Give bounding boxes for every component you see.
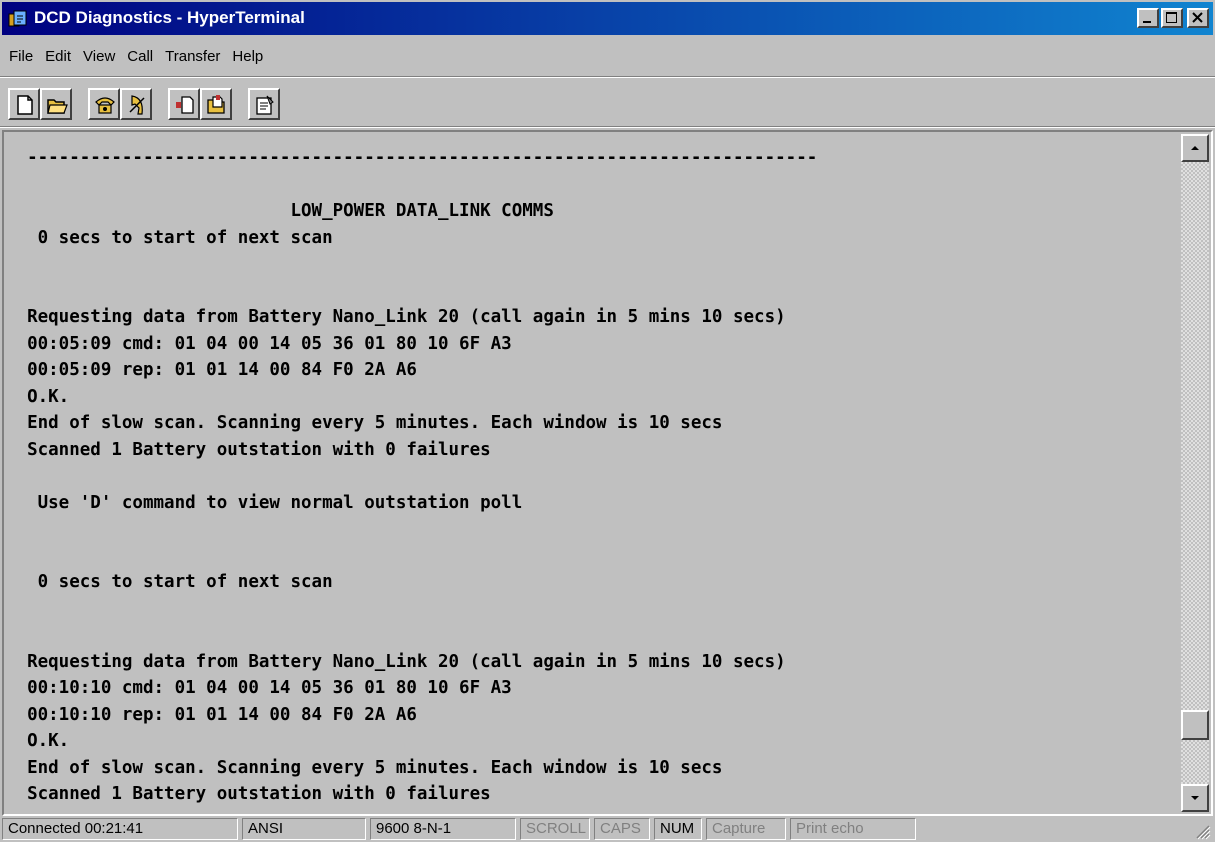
terminal-line: Scanned 1 Battery outstation with 0 fail… <box>6 439 491 460</box>
minimize-icon <box>1143 21 1151 23</box>
send-button[interactable] <box>168 88 200 120</box>
toolbar <box>8 84 296 124</box>
menu-separator <box>0 76 1215 78</box>
minimize-button[interactable] <box>1137 8 1159 28</box>
menu-file[interactable]: File <box>4 44 38 72</box>
terminal-line: LOW_POWER DATA_LINK COMMS <box>6 201 554 221</box>
new-button[interactable] <box>8 88 40 120</box>
resize-grip-icon[interactable] <box>1193 822 1211 840</box>
scroll-down-arrow-icon <box>1191 796 1199 800</box>
terminal-line: 00:10:10 rep: 01 01 14 00 84 F0 2A A6 <box>6 704 417 725</box>
close-icon <box>1192 12 1203 23</box>
terminal-line: 0 secs to start of next scan <box>6 572 333 592</box>
scroll-up-button[interactable] <box>1181 134 1209 162</box>
receive-file-icon <box>207 95 225 114</box>
hyperterminal-icon <box>8 10 27 27</box>
disconnect-phone-icon <box>129 95 145 115</box>
open-folder-icon <box>47 99 68 114</box>
status-port-settings: 9600 8-N-1 <box>370 818 516 840</box>
vertical-scrollbar[interactable] <box>1181 134 1209 812</box>
status-capture: Capture <box>706 818 786 840</box>
scroll-down-button[interactable] <box>1181 784 1209 812</box>
status-connected: Connected 00:21:41 <box>2 818 238 840</box>
terminal-screen[interactable]: ----------------------------------------… <box>6 134 1181 812</box>
hyperterminal-window: DCD Diagnostics - HyperTerminal File Edi… <box>0 0 1215 842</box>
status-caps: CAPS <box>594 818 650 840</box>
menu-call[interactable]: Call <box>122 44 158 72</box>
terminal-frame: ----------------------------------------… <box>2 130 1213 816</box>
status-emulation: ANSI <box>242 818 366 840</box>
open-button[interactable] <box>40 88 72 120</box>
terminal-line: Requesting data from Battery Nano_Link 2… <box>6 651 786 672</box>
terminal-line: Requesting data from Battery Nano_Link 2… <box>6 307 786 327</box>
properties-icon <box>256 95 274 115</box>
properties-button[interactable] <box>248 88 280 120</box>
new-document-icon <box>17 95 33 115</box>
send-file-icon <box>176 96 194 114</box>
terminal-line: 0 secs to start of next scan <box>6 227 333 248</box>
terminal-line: 00:05:09 cmd: 01 04 00 14 05 36 01 80 10… <box>6 333 512 354</box>
terminal-line: End of slow scan. Scanning every 5 minut… <box>6 413 723 433</box>
call-button[interactable] <box>88 88 120 120</box>
title-bar[interactable]: DCD Diagnostics - HyperTerminal <box>2 2 1213 35</box>
status-scroll: SCROLL <box>520 818 590 840</box>
toolbar-separator <box>0 126 1215 128</box>
terminal-line: Use 'D' command to view normal outstatio… <box>6 492 523 513</box>
status-num: NUM <box>654 818 702 840</box>
terminal-line: O.K. <box>6 386 70 407</box>
close-button[interactable] <box>1187 8 1209 28</box>
menu-edit[interactable]: Edit <box>40 44 76 72</box>
terminal-line: Scanned 1 Battery outstation with 0 fail… <box>6 784 491 804</box>
scroll-up-arrow-icon <box>1191 146 1199 150</box>
status-print-echo: Print echo <box>790 818 916 840</box>
menu-help[interactable]: Help <box>227 44 268 72</box>
menu-view[interactable]: View <box>78 44 120 72</box>
terminal-line: O.K. <box>6 731 70 751</box>
scroll-thumb[interactable] <box>1181 710 1209 740</box>
terminal-line: End of slow scan. Scanning every 5 minut… <box>6 757 723 778</box>
call-phone-icon <box>95 97 115 114</box>
window-title: DCD Diagnostics - HyperTerminal <box>34 8 305 27</box>
receive-button[interactable] <box>200 88 232 120</box>
terminal-line: ----------------------------------------… <box>6 148 818 168</box>
maximize-button[interactable] <box>1161 8 1183 28</box>
maximize-icon <box>1166 12 1177 23</box>
terminal-line: 00:10:10 cmd: 01 04 00 14 05 36 01 80 10… <box>6 678 512 698</box>
status-bar: Connected 00:21:41 ANSI 9600 8-N-1 SCROL… <box>2 818 1213 842</box>
terminal-line: 00:05:09 rep: 01 01 14 00 84 F0 2A A6 <box>6 360 417 380</box>
menu-bar: File Edit View Call Transfer Help <box>4 44 270 72</box>
menu-transfer[interactable]: Transfer <box>160 44 225 72</box>
disconnect-button[interactable] <box>120 88 152 120</box>
